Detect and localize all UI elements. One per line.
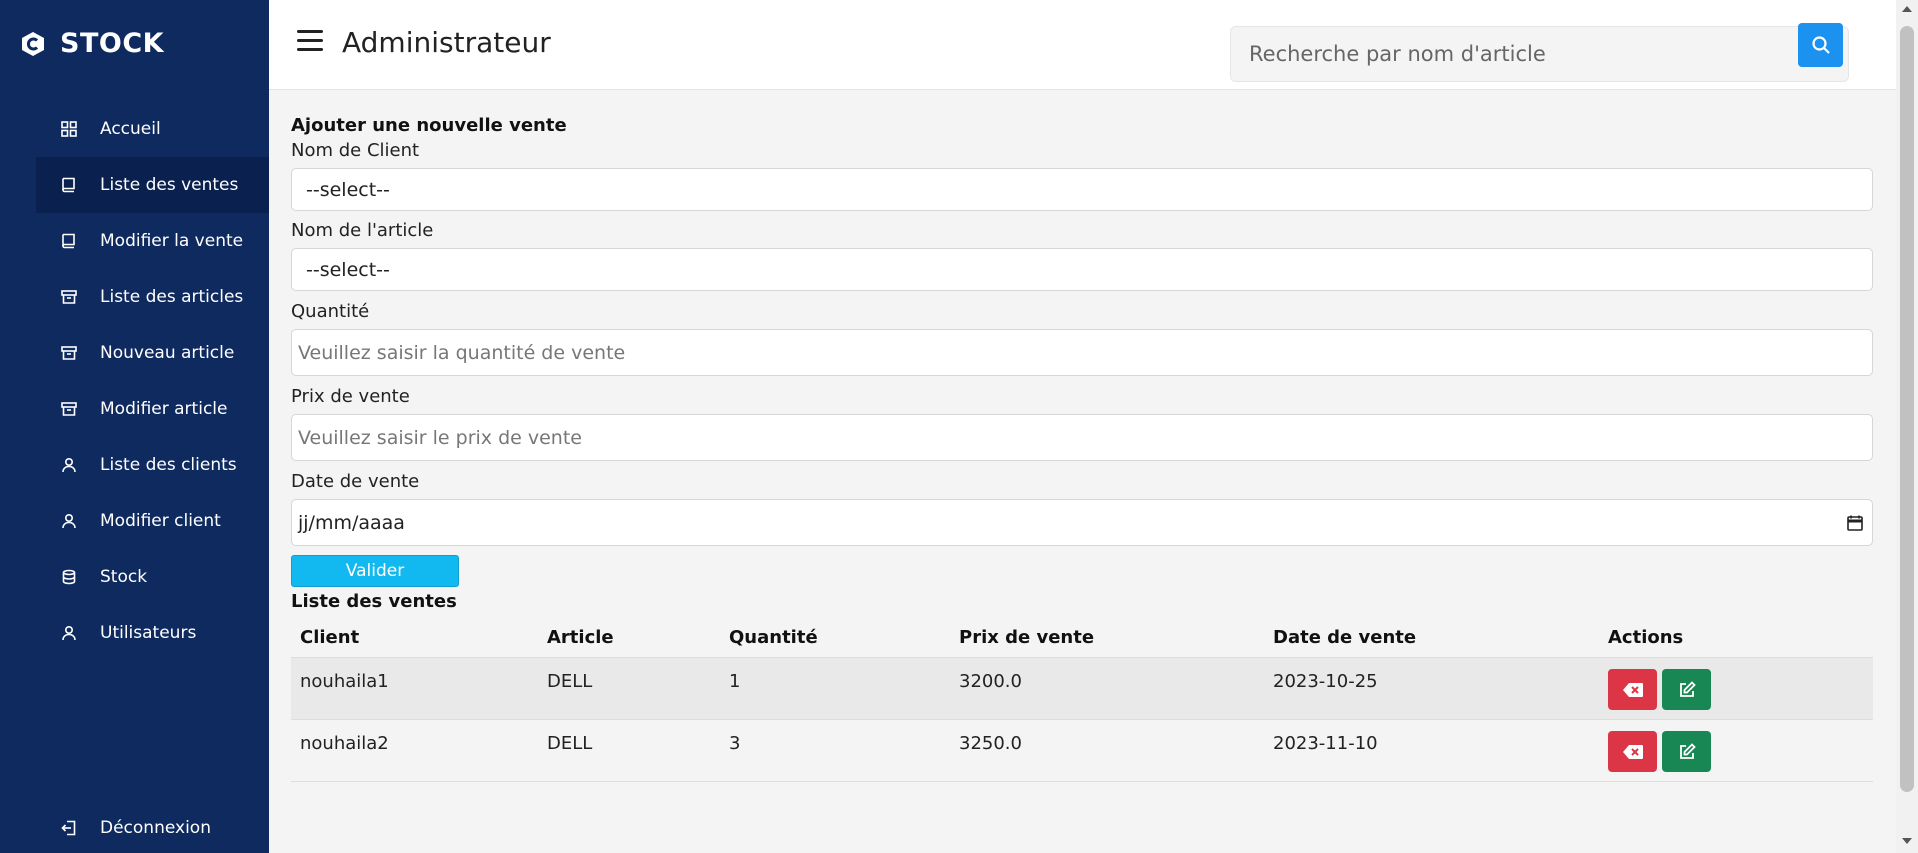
header-quantity: Quantité xyxy=(720,618,950,658)
submit-button[interactable]: Valider xyxy=(291,555,459,587)
cell-price: 3250.0 xyxy=(950,719,1264,782)
edit-icon xyxy=(1679,742,1696,759)
quantity-label: Quantité xyxy=(291,301,370,322)
sidebar-item-utilisateurs[interactable]: Utilisateurs xyxy=(36,605,269,661)
user-icon xyxy=(60,624,78,642)
price-field[interactable]: Veuillez saisir le prix de vente xyxy=(291,414,1873,461)
header-actions: Actions xyxy=(1599,618,1873,658)
client-label: Nom de Client xyxy=(291,140,420,161)
search-button[interactable] xyxy=(1798,23,1843,67)
main-content: Ajouter une nouvelle vente Nom de Client… xyxy=(291,115,1873,782)
article-label: Nom de l'article xyxy=(291,220,434,241)
book-icon xyxy=(60,232,78,250)
scroll-up-icon[interactable] xyxy=(1902,6,1912,12)
date-label: Date de vente xyxy=(291,471,420,492)
sidebar-item-label: Liste des articles xyxy=(100,287,244,307)
backspace-delete-icon xyxy=(1622,744,1643,759)
cell-article: DELL xyxy=(538,719,720,782)
sidebar-item-liste-des-ventes[interactable]: Liste des ventes xyxy=(36,157,269,213)
client-select-value: --select-- xyxy=(306,178,390,201)
sidebar-item-nouveau-article[interactable]: Nouveau article xyxy=(36,325,269,381)
table-title: Liste des ventes xyxy=(291,591,457,612)
sidebar-item-label: Modifier la vente xyxy=(100,231,244,251)
edit-button[interactable] xyxy=(1662,731,1711,772)
logo-icon xyxy=(22,31,44,56)
page-title: Administrateur xyxy=(342,26,551,59)
cell-article: DELL xyxy=(538,657,720,720)
edit-button[interactable] xyxy=(1662,669,1711,710)
price-placeholder: Veuillez saisir le prix de vente xyxy=(298,426,582,449)
sales-table: Client Article Quantité Prix de vente Da… xyxy=(291,618,1873,782)
date-field[interactable]: jj/mm/aaaa xyxy=(291,499,1873,546)
header-price: Prix de vente xyxy=(950,618,1264,658)
sidebar-item-modifier-la-vente[interactable]: Modifier la vente xyxy=(36,213,269,269)
sidebar-item-liste-des-articles[interactable]: Liste des articles xyxy=(36,269,269,325)
sidebar-item-accueil[interactable]: Accueil xyxy=(36,101,269,157)
search-input[interactable] xyxy=(1231,27,1791,81)
sidebar-item-label: Nouveau article xyxy=(100,343,235,363)
sidebar-item-stock[interactable]: Stock xyxy=(36,549,269,605)
cell-price: 3200.0 xyxy=(950,657,1264,720)
delete-button[interactable] xyxy=(1608,669,1657,710)
client-select[interactable]: --select-- xyxy=(291,168,1873,211)
sidebar-nav: Accueil Liste des ventes Modifier la ven… xyxy=(36,101,269,661)
article-select-value: --select-- xyxy=(306,258,390,281)
table-row: nouhaila1 DELL 1 3200.0 2023-10-25 xyxy=(291,657,1873,720)
cell-actions xyxy=(1599,657,1873,720)
archive-icon xyxy=(60,400,78,418)
archive-icon xyxy=(60,288,78,306)
sidebar-item-label: Modifier client xyxy=(100,511,221,531)
sidebar-item-modifier-client[interactable]: Modifier client xyxy=(36,493,269,549)
sidebar-item-modifier-article[interactable]: Modifier article xyxy=(36,381,269,437)
cell-quantity: 1 xyxy=(720,657,950,720)
sidebar-item-label: Accueil xyxy=(100,119,161,139)
database-icon xyxy=(60,568,78,586)
edit-icon xyxy=(1679,680,1696,697)
header-date: Date de vente xyxy=(1264,618,1599,658)
delete-button[interactable] xyxy=(1608,731,1657,772)
logout-label: Déconnexion xyxy=(100,818,211,838)
date-placeholder: jj/mm/aaaa xyxy=(298,511,405,534)
book-icon xyxy=(60,176,78,194)
cell-date: 2023-10-25 xyxy=(1264,657,1599,720)
cell-actions xyxy=(1599,719,1873,782)
sidebar-item-label: Liste des ventes xyxy=(100,175,239,195)
archive-icon xyxy=(60,344,78,362)
quantity-field[interactable]: Veuillez saisir la quantité de vente xyxy=(291,329,1873,376)
cell-quantity: 3 xyxy=(720,719,950,782)
search-icon xyxy=(1811,36,1830,54)
sidebar-item-label: Utilisateurs xyxy=(100,623,197,643)
top-header: Administrateur xyxy=(269,0,1896,90)
scrollbar-thumb[interactable] xyxy=(1900,26,1914,792)
header-article: Article xyxy=(538,618,720,658)
page-scrollbar[interactable] xyxy=(1896,0,1918,853)
cell-client: nouhaila2 xyxy=(291,719,538,782)
menu-toggle-icon[interactable] xyxy=(297,30,323,52)
sidebar-item-label: Stock xyxy=(100,567,148,587)
form-title: Ajouter une nouvelle vente xyxy=(291,115,567,136)
table-row: nouhaila2 DELL 3 3250.0 2023-11-10 xyxy=(291,719,1873,782)
logout-link[interactable]: Déconnexion xyxy=(36,800,269,853)
user-icon xyxy=(60,512,78,530)
sidebar-item-liste-des-clients[interactable]: Liste des clients xyxy=(36,437,269,493)
sidebar-item-label: Liste des clients xyxy=(100,455,237,475)
sidebar: STOCK Accueil Liste des ventes Modifier … xyxy=(0,0,269,853)
search-box xyxy=(1230,26,1849,82)
cell-client: nouhaila1 xyxy=(291,657,538,720)
scroll-down-icon[interactable] xyxy=(1902,838,1912,844)
quantity-placeholder: Veuillez saisir la quantité de vente xyxy=(298,341,626,364)
header-client: Client xyxy=(291,618,538,658)
grid-icon xyxy=(60,120,78,138)
brand[interactable]: STOCK xyxy=(20,28,164,59)
backspace-delete-icon xyxy=(1622,682,1643,697)
user-icon xyxy=(60,456,78,474)
logout-icon xyxy=(60,819,78,837)
calendar-icon[interactable] xyxy=(1846,514,1864,532)
table-header-row: Client Article Quantité Prix de vente Da… xyxy=(291,618,1873,658)
article-select[interactable]: --select-- xyxy=(291,248,1873,291)
cell-date: 2023-11-10 xyxy=(1264,719,1599,782)
price-label: Prix de vente xyxy=(291,386,410,407)
sidebar-item-label: Modifier article xyxy=(100,399,228,419)
brand-name: STOCK xyxy=(60,28,165,59)
